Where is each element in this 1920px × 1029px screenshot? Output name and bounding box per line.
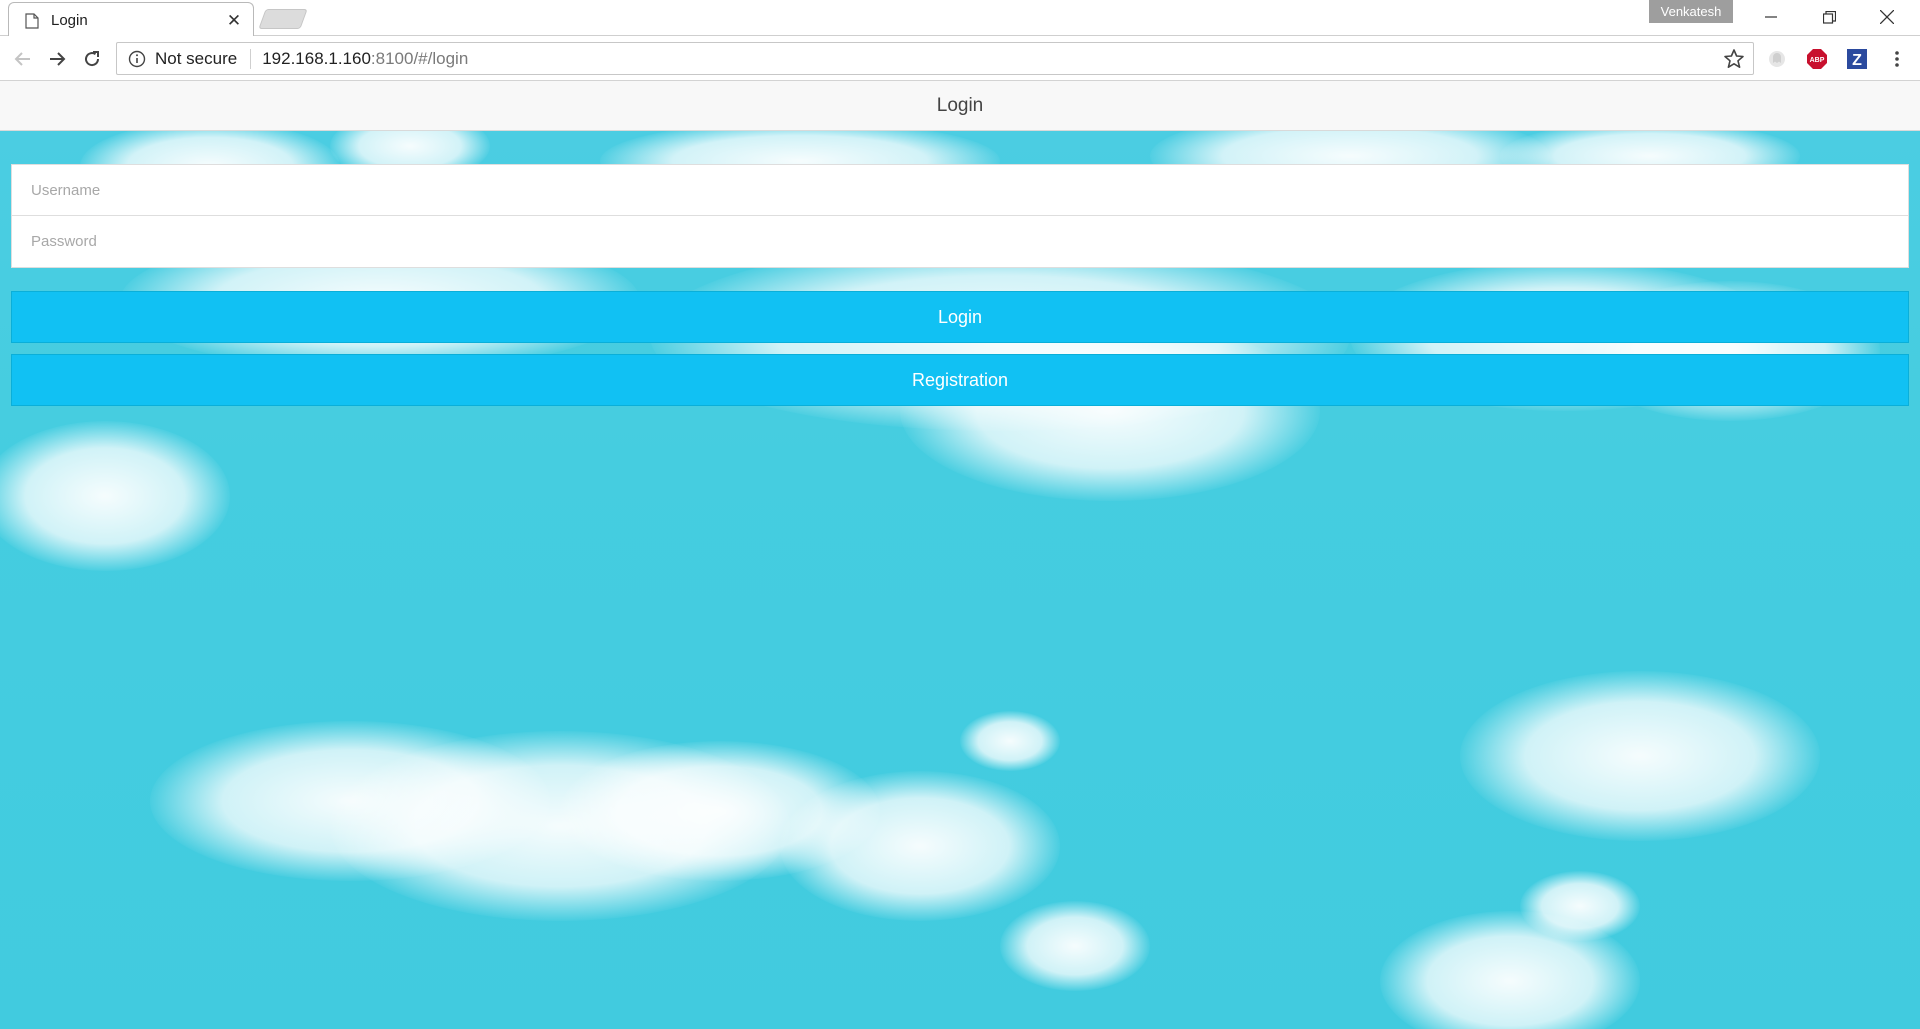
back-button[interactable] (10, 46, 36, 72)
url-path: :8100/#/login (370, 48, 469, 68)
arrow-left-icon (14, 52, 30, 66)
close-icon (1880, 10, 1894, 24)
info-icon[interactable] (128, 50, 146, 68)
restore-icon (1822, 10, 1836, 24)
svg-text:ABP: ABP (1810, 57, 1825, 64)
reload-icon (85, 51, 100, 67)
restore-button[interactable] (1800, 0, 1858, 34)
password-item[interactable] (12, 216, 1908, 267)
omnibox-separator (250, 48, 252, 69)
reload-button[interactable] (79, 46, 105, 72)
svg-text:Z: Z (1852, 52, 1862, 69)
ghostery-icon (1769, 51, 1785, 67)
star-icon[interactable] (1723, 48, 1745, 70)
tab-close-icon[interactable]: ✕ (225, 11, 243, 31)
adblock-plus-icon: ABP (1807, 49, 1827, 69)
registration-button[interactable]: Registration (11, 354, 1909, 406)
page-title: Login (936, 94, 984, 116)
app-content: Login Login Registration (0, 81, 1920, 1029)
tab-title: Login (51, 12, 88, 29)
new-tab-button[interactable] (258, 9, 308, 29)
minimize-button[interactable] (1742, 0, 1800, 34)
minimize-icon (1765, 16, 1777, 18)
close-window-button[interactable] (1858, 0, 1916, 34)
adblock-extension-button[interactable]: ABP (1806, 48, 1828, 70)
login-form (11, 164, 1909, 268)
profile-badge[interactable]: Venkatesh (1649, 0, 1733, 23)
username-item[interactable] (12, 165, 1908, 216)
security-label[interactable]: Not secure (155, 49, 237, 69)
page-icon (25, 12, 39, 29)
app-header-bar: Login (0, 81, 1920, 131)
browser-title-bar: Login ✕ Venkatesh (0, 0, 1920, 37)
kebab-menu-icon (1895, 51, 1899, 67)
forward-button[interactable] (44, 46, 70, 72)
login-button[interactable]: Login (11, 291, 1909, 343)
ghostery-extension-button[interactable] (1766, 48, 1788, 70)
username-input[interactable] (31, 181, 1908, 199)
arrow-right-icon (50, 52, 66, 66)
password-input[interactable] (31, 233, 1908, 250)
browser-tab[interactable]: Login ✕ (8, 2, 254, 37)
browser-menu-button[interactable] (1886, 48, 1908, 70)
url-host: 192.168.1.160 (262, 48, 371, 68)
address-bar[interactable]: Not secure 192.168.1.160 :8100/#/login (116, 42, 1754, 75)
browser-toolbar: Not secure 192.168.1.160 :8100/#/login A… (0, 36, 1920, 81)
zotero-icon: Z (1847, 49, 1867, 69)
zotero-extension-button[interactable]: Z (1846, 48, 1868, 70)
